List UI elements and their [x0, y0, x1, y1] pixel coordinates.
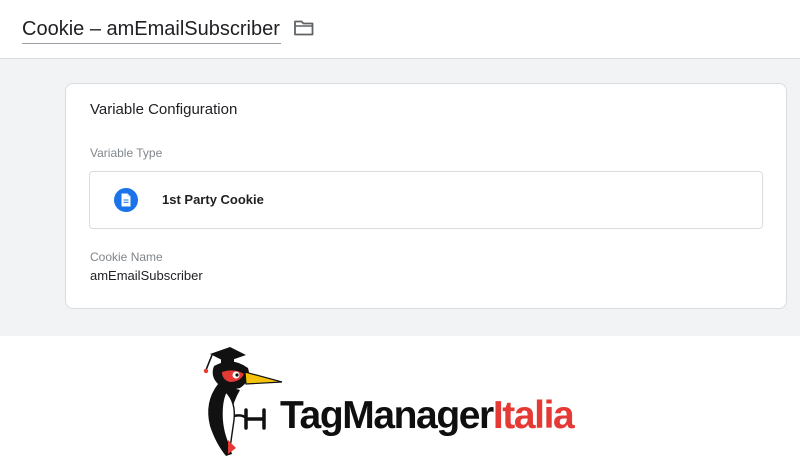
variable-configuration-card: Variable Configuration Variable Type 1st… — [65, 83, 787, 309]
card-title: Variable Configuration — [90, 101, 238, 118]
brand-logo-part2: Italia — [492, 394, 575, 437]
variable-name-field[interactable]: Cookie – amEmailSubscriber — [22, 15, 281, 44]
variable-type-label: Variable Type — [90, 146, 163, 160]
folder-icon[interactable] — [293, 18, 315, 38]
brand-logo-part1: TagManager — [280, 394, 494, 437]
brand-logo-area: TagManagerItalia — [0, 336, 800, 465]
woodpecker-mascot-icon — [203, 347, 283, 456]
cookie-name-label: Cookie Name — [90, 250, 163, 264]
header: Cookie – amEmailSubscriber — [0, 0, 800, 59]
variable-title[interactable]: Cookie – amEmailSubscriber — [22, 15, 280, 42]
variable-type-selector[interactable]: 1st Party Cookie — [89, 171, 763, 229]
document-icon — [114, 188, 138, 212]
cookie-name-value: amEmailSubscriber — [90, 268, 203, 283]
variable-type-name: 1st Party Cookie — [162, 192, 264, 207]
brand-logo-text: TagManagerItalia — [280, 394, 575, 438]
